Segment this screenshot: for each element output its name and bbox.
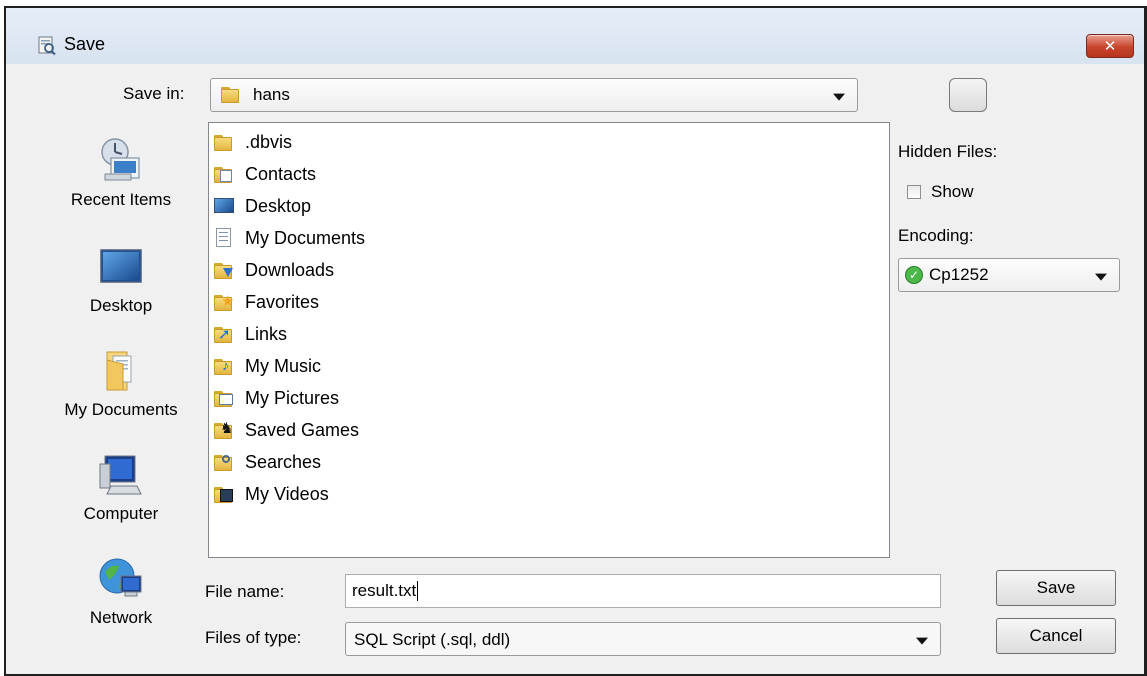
close-button[interactable]: ✕ [1086, 34, 1134, 58]
pictures-folder-icon [214, 388, 236, 408]
links-folder-icon: ➚ [214, 324, 236, 344]
extra-view-button[interactable] [949, 78, 987, 112]
chevron-down-icon [916, 637, 928, 645]
list-item[interactable]: ♞ Saved Games [214, 416, 359, 444]
show-hidden-checkbox[interactable] [907, 185, 921, 199]
contacts-folder-icon [214, 164, 236, 184]
videos-folder-icon [214, 484, 236, 504]
file-name: Favorites [245, 291, 320, 312]
place-label: My Documents [64, 400, 178, 419]
file-name: Contacts [245, 163, 317, 184]
chevron-down-icon [1095, 273, 1107, 281]
list-item[interactable]: ➚ Links [214, 320, 287, 348]
list-item[interactable]: .dbvis [214, 128, 292, 156]
computer-icon [97, 450, 145, 498]
file-name: Saved Games [245, 419, 360, 440]
place-computer[interactable]: Computer [46, 450, 196, 524]
list-item[interactable]: ♪ My Music [214, 352, 321, 380]
place-label: Recent Items [70, 190, 172, 209]
save-dialog: Save ✕ Save in: hans Recent Items Deskto… [4, 6, 1147, 676]
file-name: My Documents [245, 227, 366, 248]
list-item[interactable]: My Pictures [214, 384, 339, 412]
list-item[interactable]: ★ Favorites [214, 288, 319, 316]
favorites-folder-icon: ★ [214, 292, 236, 312]
desktop-folder-icon [214, 196, 236, 216]
save-in-label: Save in: [123, 84, 185, 103]
documents-folder-icon [214, 228, 236, 248]
save-button[interactable]: Save [996, 570, 1116, 606]
files-of-type-value: SQL Script (.sql, ddl) [354, 630, 511, 649]
list-item[interactable]: Downloads [214, 256, 334, 284]
file-name: Searches [245, 451, 322, 472]
places-bar: Recent Items Desktop My Documents Comput… [46, 124, 196, 644]
title-bar: Save ✕ [6, 8, 1144, 64]
place-my-documents[interactable]: My Documents [46, 346, 196, 420]
hidden-files-label: Hidden Files: [898, 142, 998, 161]
desktop-icon [97, 242, 145, 290]
folder-icon [221, 86, 241, 104]
list-item[interactable]: My Videos [214, 480, 329, 508]
list-item[interactable]: Desktop [214, 192, 311, 220]
file-name: .dbvis [245, 131, 293, 152]
file-name: Desktop [245, 195, 312, 216]
list-item[interactable]: Searches [214, 448, 321, 476]
list-item[interactable]: Contacts [214, 160, 316, 188]
file-name-input[interactable]: result.txt [345, 574, 941, 608]
cancel-button[interactable]: Cancel [996, 618, 1116, 654]
save-in-value: hans [253, 85, 290, 104]
encoding-label: Encoding: [898, 226, 974, 245]
place-label: Computer [83, 504, 159, 523]
encoding-value: Cp1252 [929, 265, 989, 284]
recent-items-icon [97, 136, 145, 184]
downloads-folder-icon [214, 260, 236, 280]
file-name-label: File name: [205, 582, 285, 601]
screenshot-frame: Save ✕ Save in: hans Recent Items Deskto… [0, 0, 1147, 676]
check-circle-icon: ✓ [905, 266, 923, 284]
my-documents-icon [97, 346, 145, 394]
file-list[interactable]: .dbvis Contacts Desktop My Documents Dow… [208, 122, 890, 558]
network-icon [97, 554, 145, 602]
place-label: Network [89, 608, 153, 627]
place-network[interactable]: Network [46, 554, 196, 628]
file-name: My Music [245, 355, 321, 376]
text-cursor [417, 581, 419, 601]
show-label: Show [931, 182, 974, 201]
file-name: My Videos [245, 483, 329, 504]
save-in-dropdown[interactable]: hans [210, 78, 858, 112]
save-dialog-icon [36, 34, 58, 56]
saved-games-folder-icon: ♞ [214, 420, 236, 440]
chevron-down-icon [833, 93, 845, 101]
file-name: Downloads [245, 259, 335, 280]
music-folder-icon: ♪ [214, 356, 236, 376]
files-of-type-dropdown[interactable]: SQL Script (.sql, ddl) [345, 622, 941, 656]
place-label: Desktop [89, 296, 153, 315]
list-item[interactable]: My Documents [214, 224, 365, 252]
searches-folder-icon [214, 452, 236, 472]
file-name-value: result.txt [352, 581, 417, 600]
dialog-body: Save in: hans Recent Items Desktop My Do… [6, 64, 1144, 674]
file-name: My Pictures [245, 387, 340, 408]
folder-icon [214, 132, 236, 152]
window-title: Save [64, 34, 106, 54]
file-name: Links [245, 323, 288, 344]
place-recent-items[interactable]: Recent Items [46, 136, 196, 210]
files-of-type-label: Files of type: [205, 628, 302, 647]
close-icon: ✕ [1103, 38, 1117, 55]
place-desktop[interactable]: Desktop [46, 242, 196, 316]
encoding-dropdown[interactable]: ✓ Cp1252 [898, 258, 1120, 292]
